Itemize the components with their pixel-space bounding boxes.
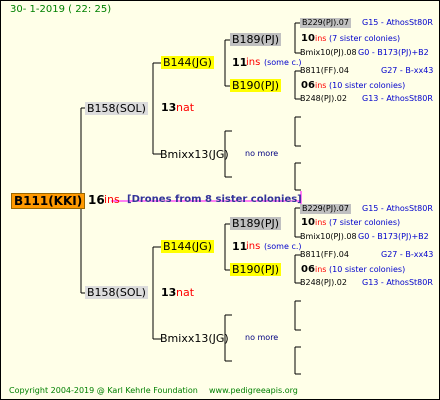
upper-mix-note: no more [245, 149, 279, 158]
upper-r1[interactable]: B229(PJ).07 [300, 18, 351, 28]
upper-queen-ins: ins [246, 57, 261, 68]
upper-r5-num: 06 [301, 80, 315, 91]
lower-queen-note: (some c.) [264, 242, 302, 251]
lower-mix-note: no more [245, 333, 279, 342]
lower-f1[interactable]: B189(PJ) [230, 217, 282, 230]
upper-sire[interactable]: B158(SOL) [85, 102, 148, 115]
lower-r1-note: G15 - AthosSt80R [362, 204, 433, 213]
lower-sire-nat: nat [176, 286, 195, 299]
upper-r6-note: G13 - AthosSt80R [362, 94, 433, 103]
lower-r4-note: G27 - B-xx43 [381, 250, 434, 259]
upper-r5-ins: ins [315, 81, 327, 90]
lower-r5-num: 06 [301, 264, 315, 275]
lower-r1[interactable]: B229(PJ).07 [300, 204, 351, 214]
upper-r6[interactable]: B248(PJ).02 [300, 95, 347, 103]
lower-r4[interactable]: B811(FF).04 [300, 251, 349, 259]
lower-f2[interactable]: B190(PJ) [230, 263, 282, 276]
upper-r3-note: G0 - B173(PJ)+B2 [358, 48, 429, 57]
upper-r2-note: (7 sister colonies) [329, 34, 401, 43]
upper-f2[interactable]: B190(PJ) [230, 79, 282, 92]
lower-queen[interactable]: B144(JG) [161, 240, 214, 253]
lower-r2-num: 10 [301, 217, 315, 228]
lower-mix[interactable]: Bmixx13(JG) [158, 332, 231, 345]
lower-r2-ins: ins [315, 218, 327, 227]
upper-r3[interactable]: Bmix10(PJ).08 [300, 49, 357, 57]
lower-sire[interactable]: B158(SOL) [85, 286, 148, 299]
footer-copyright: Copyright 2004-2019 @ Karl Kehrle Founda… [9, 386, 198, 395]
upper-r5-note: (10 sister colonies) [329, 81, 406, 90]
upper-queen[interactable]: B144(JG) [161, 56, 214, 69]
root-ins: ins [104, 193, 120, 206]
lower-r5-note: (10 sister colonies) [329, 265, 406, 274]
pedigree-chart: { "header":{"date":"30- 1-2019 ( 22: 25)… [0, 0, 440, 400]
lower-r6[interactable]: B248(PJ).02 [300, 279, 347, 287]
header-date: 30- 1-2019 ( 22: 25) [10, 4, 112, 15]
root-drone-note: [Drones from 8 sister colonies] [127, 194, 302, 205]
lower-r3[interactable]: Bmix10(PJ).08 [300, 233, 357, 241]
root-generation: 16 [88, 193, 105, 207]
upper-queen-note: (some c.) [264, 58, 302, 67]
lower-r2-note: (7 sister colonies) [329, 218, 401, 227]
lower-queen-ins: ins [246, 241, 261, 252]
upper-mix[interactable]: Bmixx13(JG) [158, 148, 231, 161]
upper-f1[interactable]: B189(PJ) [230, 33, 282, 46]
footer-link[interactable]: www.pedigreeapis.org [209, 387, 298, 395]
upper-r2-num: 10 [301, 33, 315, 44]
upper-r4-note: G27 - B-xx43 [381, 66, 434, 75]
upper-r2-ins: ins [315, 34, 327, 43]
lower-r6-note: G13 - AthosSt80R [362, 278, 433, 287]
lower-r5-ins: ins [315, 265, 327, 274]
upper-r4[interactable]: B811(FF).04 [300, 67, 349, 75]
root-queen[interactable]: B111(KKI) [11, 193, 86, 209]
upper-sire-nat: nat [176, 101, 195, 114]
upper-sire-num: 13 [161, 101, 177, 114]
lower-r3-note: G0 - B173(PJ)+B2 [358, 232, 429, 241]
upper-r1-note: G15 - AthosSt80R [362, 18, 433, 27]
lower-sire-num: 13 [161, 286, 177, 299]
